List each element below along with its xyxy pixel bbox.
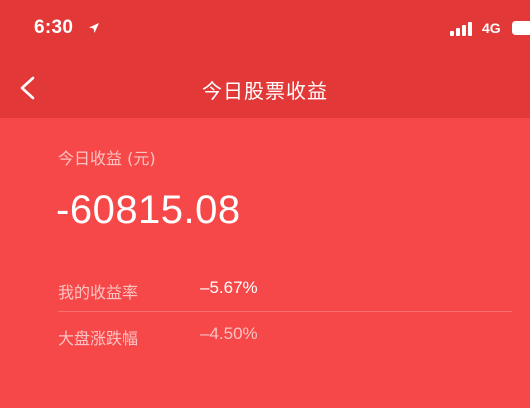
page-title: 今日股票收益 xyxy=(202,79,328,103)
market-change-label: 大盘涨跌幅 xyxy=(58,329,139,348)
nav-bar: 今日股票收益 xyxy=(0,58,530,118)
status-time: 6:30 xyxy=(34,17,74,38)
my-return-label: 我的收益率 xyxy=(58,283,139,302)
network-label: 4G xyxy=(482,20,501,36)
market-change-value: –4.50% xyxy=(200,324,258,343)
earnings-summary-card: 今日收益 (元) -60815.08 我的收益率 –5.67% 大盘涨跌幅 –4… xyxy=(0,118,530,408)
battery-icon xyxy=(512,21,530,35)
location-icon xyxy=(89,23,99,33)
bottom-strip xyxy=(0,408,530,414)
status-bar: 6:30 4G xyxy=(0,0,530,58)
divider xyxy=(58,311,512,312)
market-change-row: 大盘涨跌幅 –4.50% xyxy=(58,314,512,356)
my-return-row: 我的收益率 –5.67% xyxy=(58,268,512,310)
my-return-value: –5.67% xyxy=(200,278,258,297)
earnings-value: -60815.08 xyxy=(56,188,241,232)
signal-icon xyxy=(450,22,472,36)
earnings-label: 今日收益 (元) xyxy=(58,149,156,168)
